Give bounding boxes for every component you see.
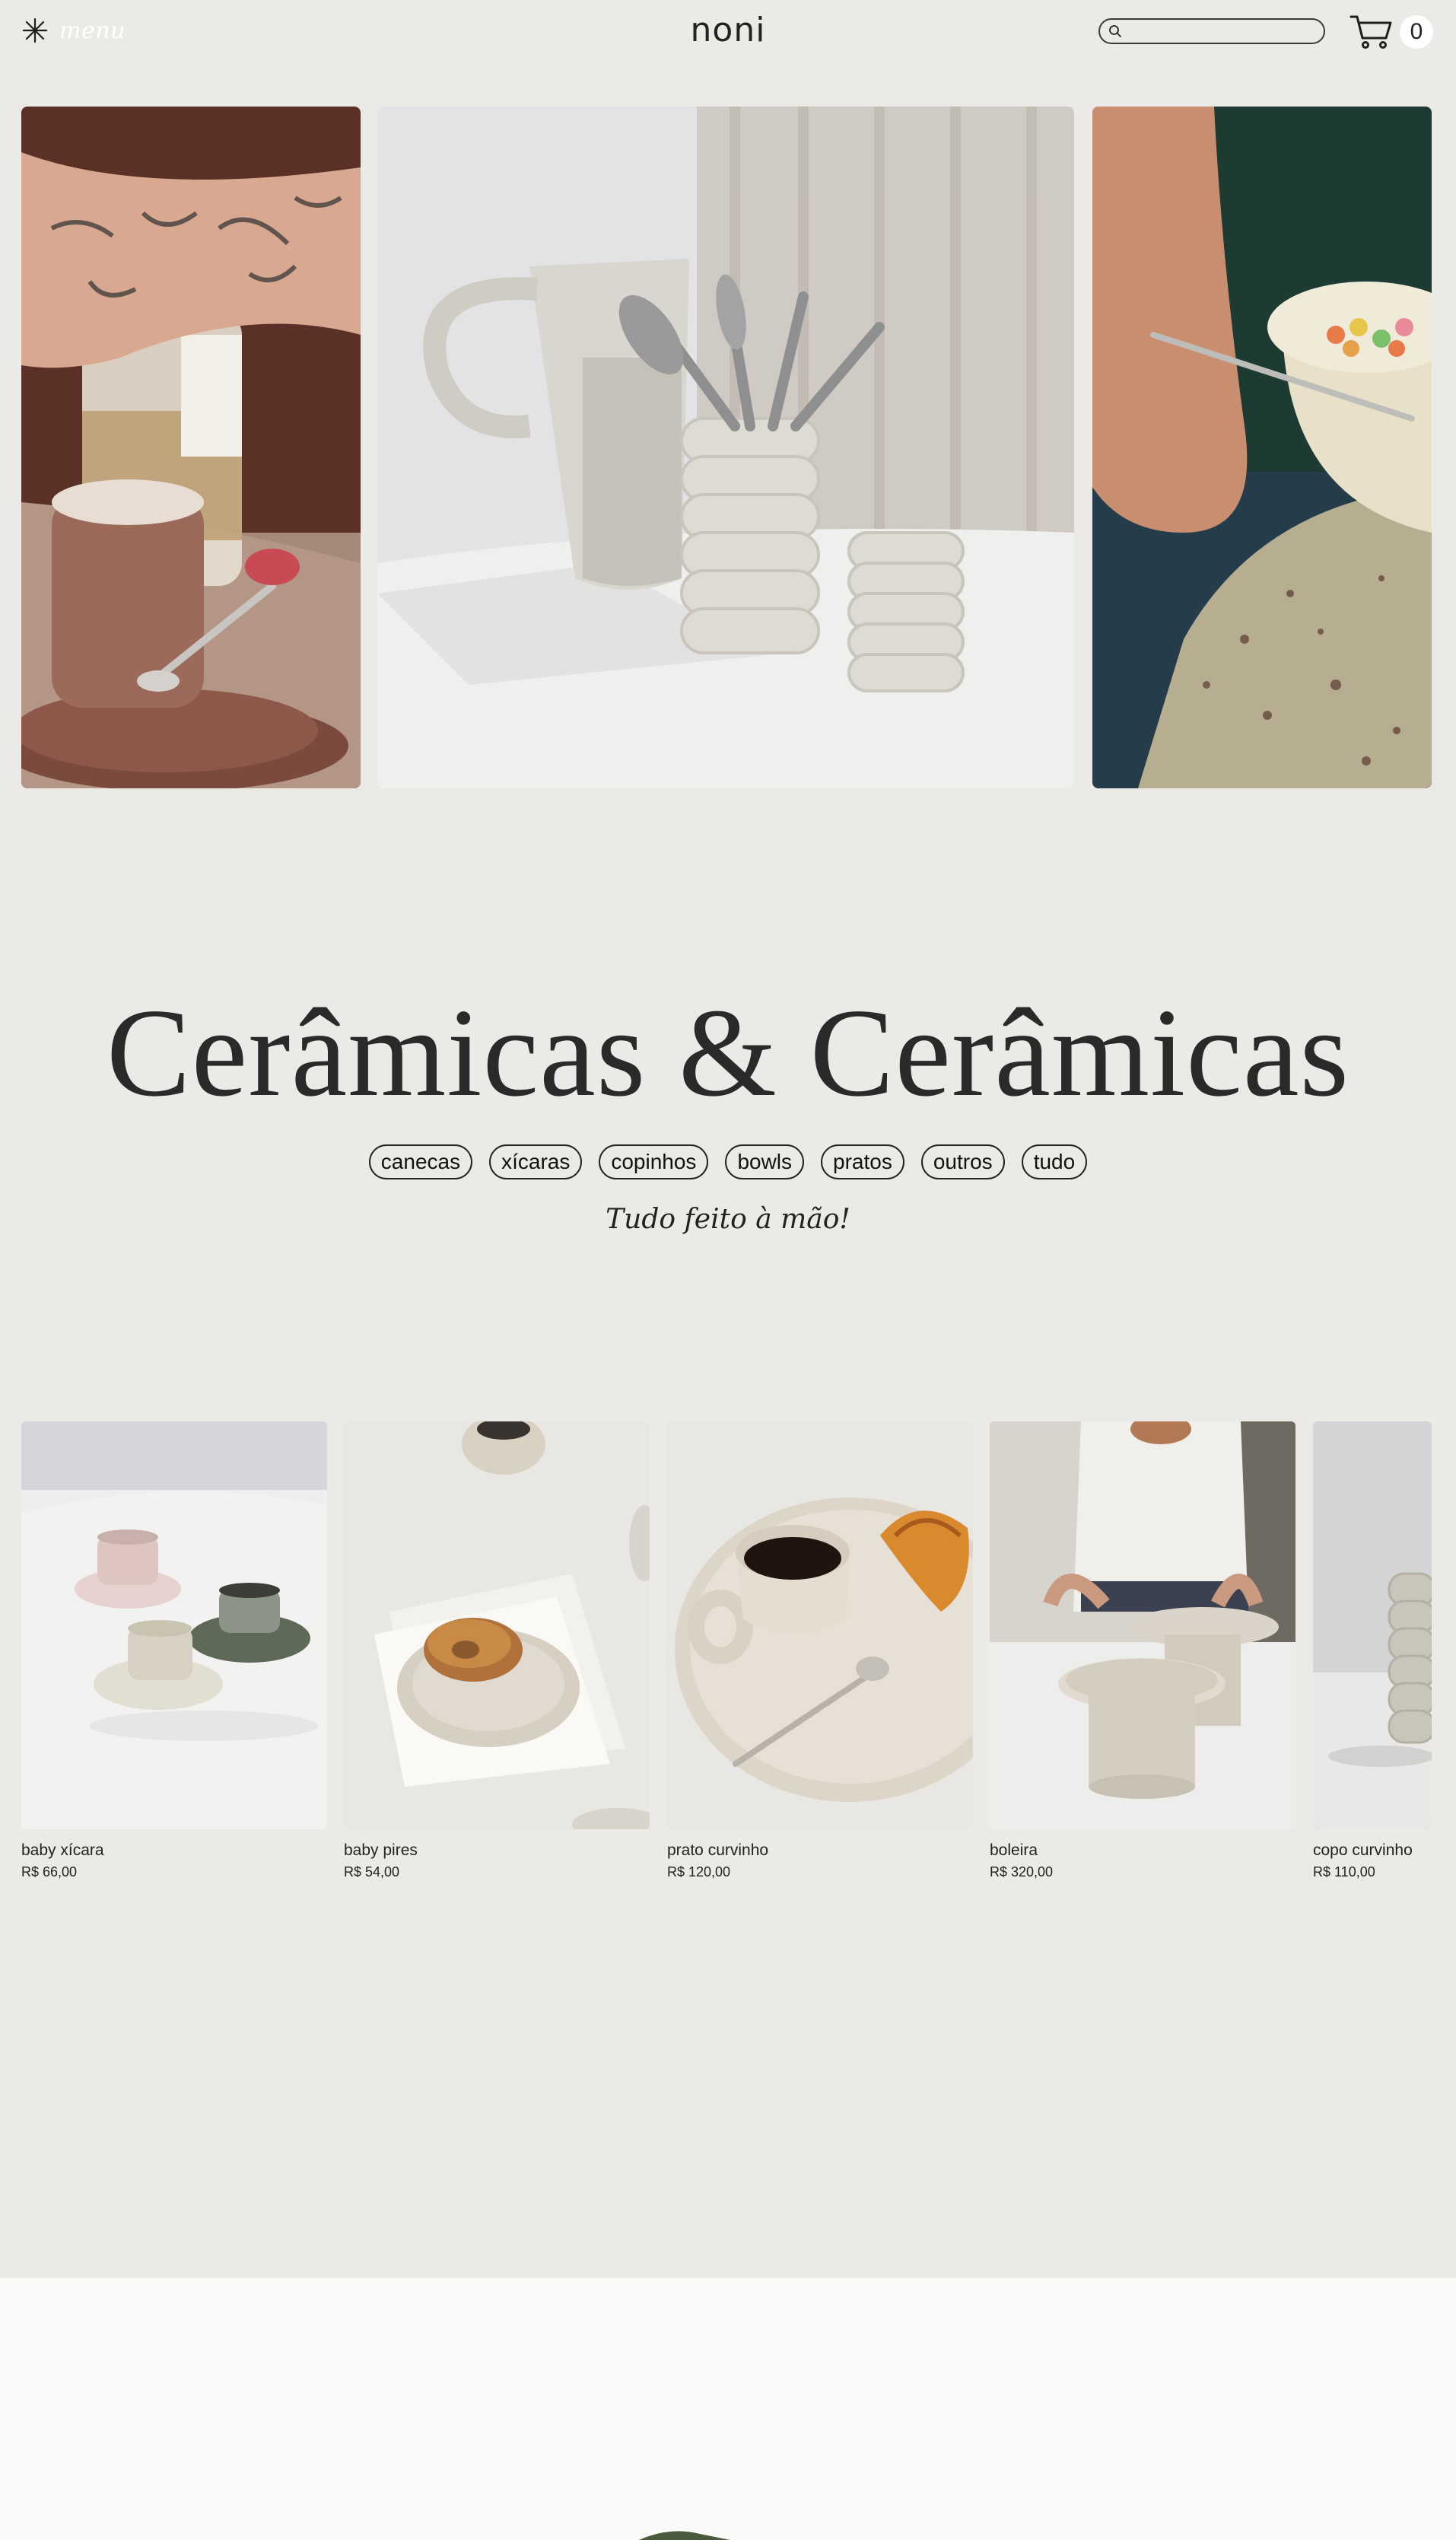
category-chip-outros[interactable]: outros bbox=[920, 1144, 1005, 1179]
category-chip-canecas[interactable]: canecas bbox=[368, 1144, 473, 1179]
product-name[interactable]: baby xícara bbox=[21, 1841, 327, 1860]
category-chip-pratos[interactable]: pratos bbox=[821, 1144, 904, 1179]
lower-section bbox=[0, 2278, 1456, 2540]
product-name[interactable]: prato curvinho bbox=[667, 1841, 973, 1860]
product-price: R$ 320,00 bbox=[990, 1864, 1054, 1880]
product-price: R$ 54,00 bbox=[344, 1864, 400, 1880]
product-card-baby-xicara[interactable]: baby xícara R$ 66,00 bbox=[21, 1421, 327, 1880]
saucer-with-pastry-illustration bbox=[344, 1421, 650, 1829]
cake-stand-illustration bbox=[990, 1421, 1295, 1829]
cart-count-badge: 0 bbox=[1400, 15, 1433, 49]
collection-tagline: Tudo feito à mão! bbox=[606, 1204, 850, 1235]
product-price: R$ 66,00 bbox=[21, 1864, 78, 1880]
product-image[interactable] bbox=[1313, 1421, 1432, 1829]
product-name[interactable]: boleira bbox=[990, 1841, 1295, 1860]
cart-icon bbox=[1350, 15, 1392, 49]
search-box[interactable] bbox=[1098, 18, 1325, 44]
hero-image-pitcher[interactable] bbox=[377, 107, 1074, 788]
collection-title: Cerâmicas & Cerâmicas bbox=[106, 982, 1350, 1122]
cart-button[interactable]: 0 bbox=[1350, 14, 1433, 50]
site-header: menu noni 0 bbox=[0, 0, 1456, 68]
cereal-bowl-illustration bbox=[1092, 107, 1432, 788]
product-image[interactable] bbox=[990, 1421, 1295, 1829]
category-chip-xicaras[interactable]: xícaras bbox=[489, 1144, 583, 1179]
hero-image-bowl[interactable] bbox=[1092, 107, 1432, 788]
mug-with-tattooed-hand-illustration bbox=[21, 107, 361, 788]
search-input[interactable] bbox=[1129, 22, 1315, 40]
product-card-boleira[interactable]: boleira R$ 320,00 bbox=[990, 1421, 1295, 1880]
plant-leaf-peek bbox=[639, 2531, 730, 2540]
pitcher-and-cups-illustration bbox=[377, 107, 1074, 788]
product-image[interactable] bbox=[344, 1421, 650, 1829]
hero-image-mug[interactable] bbox=[21, 107, 361, 788]
product-image[interactable] bbox=[667, 1421, 973, 1829]
product-price: R$ 110,00 bbox=[1313, 1864, 1375, 1880]
product-price: R$ 120,00 bbox=[667, 1864, 731, 1880]
category-chip-copinhos[interactable]: copinhos bbox=[599, 1144, 709, 1179]
category-chip-bowls[interactable]: bowls bbox=[725, 1144, 805, 1179]
product-name[interactable]: baby pires bbox=[344, 1841, 650, 1860]
search-icon bbox=[1109, 25, 1121, 37]
product-card-copo-curvinho[interactable]: copo curvinho R$ 110,00 bbox=[1313, 1421, 1432, 1880]
cups-and-saucers-illustration bbox=[21, 1421, 327, 1829]
product-card-prato-curvinho[interactable]: prato curvinho R$ 120,00 bbox=[667, 1421, 973, 1880]
wavy-cup-illustration bbox=[1313, 1421, 1432, 1829]
product-image[interactable] bbox=[21, 1421, 327, 1829]
category-chip-tudo[interactable]: tudo bbox=[1021, 1144, 1088, 1179]
product-name[interactable]: copo curvinho bbox=[1313, 1841, 1432, 1860]
category-filter: canecas xícaras copinhos bowls pratos ou… bbox=[0, 1144, 1456, 1179]
brand-name[interactable]: noni bbox=[691, 11, 766, 49]
product-card-baby-pires[interactable]: baby pires R$ 54,00 bbox=[344, 1421, 650, 1880]
plate-coffee-croissant-illustration bbox=[667, 1421, 973, 1829]
